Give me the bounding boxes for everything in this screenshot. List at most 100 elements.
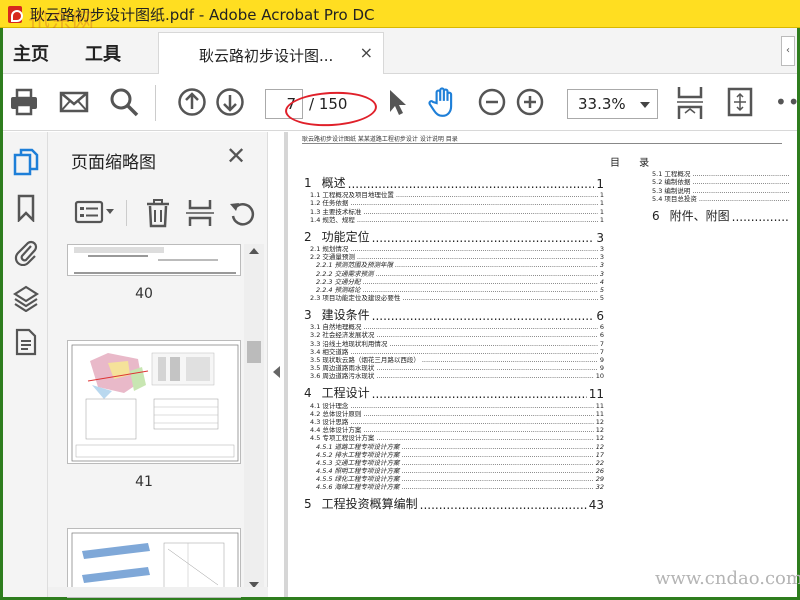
toc-entry-page: 12 [595, 442, 604, 451]
toc-dot-leader: ........................................… [363, 207, 598, 216]
toc-entry-number: 3.6 [310, 372, 321, 381]
hand-tool-icon[interactable] [427, 86, 459, 118]
panel-title: 页面缩略图 [71, 153, 156, 173]
toc-entry-title: 附件、附图 [669, 208, 730, 223]
toc-dot-leader: ........................................… [376, 434, 594, 443]
toc-entry-page: 3 [599, 244, 604, 253]
toc-entry-number: 4 [304, 386, 312, 401]
toc-dot-leader: ........................................… [421, 356, 598, 364]
toc-dot-leader: ........................................… [371, 230, 595, 245]
toc-entry[interactable]: 2 功能定位...................................… [304, 224, 604, 245]
toc-dot-leader: ........................................… [401, 475, 594, 484]
extract-pages-icon[interactable] [186, 198, 214, 228]
toc-dot-leader: ........................................… [389, 339, 598, 348]
toc-entry[interactable]: 1.4 规范、规程................................… [304, 216, 604, 224]
tab-home[interactable]: 主页 [13, 40, 49, 66]
toc-dot-leader: ........................................… [363, 323, 598, 332]
panel-horizontal-scrollbar[interactable] [48, 587, 268, 597]
toc-entry-number: 1 [304, 176, 312, 190]
toc-dot-leader: ........................................… [363, 426, 594, 435]
toc-dot-leader: ........................................… [401, 467, 594, 476]
toc-entry-number: 2.3 [310, 294, 321, 303]
toc-entry[interactable]: 3 建设条件...................................… [304, 302, 604, 323]
toc-entry-page: 6 [599, 331, 604, 340]
toc-dot-leader: ........................................… [731, 209, 790, 224]
thumbnail-scrollbar[interactable] [244, 244, 264, 594]
thumbnail-page-number: 40 [135, 286, 153, 302]
page-thumbnail[interactable] [67, 244, 241, 276]
toc-entry[interactable]: 5 工程投资概算编制...............................… [304, 491, 604, 512]
zoom-in-icon[interactable] [515, 87, 545, 117]
toc-entry-page: 29 [595, 475, 604, 484]
page-thumbnails-icon[interactable] [13, 148, 39, 176]
zoom-out-icon[interactable] [477, 87, 507, 117]
toc-dot-leader: ........................................… [692, 170, 790, 179]
document-view[interactable]: 耿云路初步设计图纸 某某道路工程初步设计 设计说明 目录 目 录 1 概述....… [288, 132, 797, 597]
toc-entry-title: 概述 [321, 176, 346, 190]
toc-entry-page: 3 [599, 261, 604, 270]
toc-dot-leader: ........................................… [395, 191, 598, 200]
layers-icon[interactable] [13, 284, 39, 312]
toc-entry[interactable]: 3.6 周边道路污水现状.............................… [304, 372, 604, 380]
toc-dot-leader: ........................................… [402, 294, 598, 303]
prev-page-icon[interactable] [177, 87, 207, 117]
toc-entry[interactable]: 4.2 总体设计原则...............................… [304, 410, 604, 418]
toc-entry-page: 1 [599, 191, 604, 200]
toc-entry[interactable]: 5.4 项目总投资................................… [652, 195, 792, 203]
toc-dot-leader: ........................................… [692, 186, 790, 195]
toc-entry[interactable]: 1 概述.....................................… [304, 170, 604, 191]
toc-entry[interactable]: 2.3 项目功能定位及建设必要性.........................… [304, 294, 604, 302]
toc-entry[interactable]: 4.5.6 海绵工程专项设计方案.........................… [304, 483, 604, 491]
toc-entry-title: 项目总投资 [664, 194, 697, 203]
tab-tools[interactable]: 工具 [85, 40, 121, 66]
toc-entry-page: 17 [595, 450, 604, 459]
tab-document[interactable]: 耿云路初步设计图... × [158, 32, 384, 74]
toolbar: 7 / 150 33.3% ••• [3, 75, 800, 131]
thumbnails-panel: 页面缩略图 ✕ 40 41 [48, 132, 268, 598]
tab-scroll-button[interactable]: ‹ [781, 36, 795, 66]
thumbnail-options-icon[interactable] [74, 198, 116, 226]
toc-entry-page: 7 [599, 347, 604, 356]
more-icon[interactable]: ••• [775, 90, 800, 114]
document-properties-icon[interactable] [13, 328, 39, 356]
toc-entry[interactable]: 3.3 沿线土地现状利用情况...........................… [304, 339, 604, 348]
close-icon[interactable]: × [360, 43, 373, 62]
scrollbar-thumb[interactable] [247, 341, 261, 363]
toc-left-column: 1 概述.....................................… [304, 170, 604, 512]
close-icon[interactable]: ✕ [226, 142, 246, 170]
toc-entry-number: 5 [304, 497, 312, 512]
print-icon[interactable] [9, 87, 39, 117]
attachment-icon[interactable] [13, 238, 39, 266]
toc-dot-leader: ........................................… [350, 417, 594, 426]
full-screen-icon[interactable] [725, 87, 755, 117]
scroll-up-icon[interactable] [249, 248, 259, 254]
bookmark-icon[interactable] [13, 194, 39, 222]
toc-entry-page: 6 [596, 309, 604, 324]
toc-title: 目 录 [610, 158, 658, 169]
toc-entry[interactable]: 4 工程设计...................................… [304, 380, 604, 401]
toc-entry[interactable]: 6 附件、附图..................................… [652, 203, 792, 224]
fit-page-icon[interactable] [675, 85, 705, 121]
next-page-icon[interactable] [215, 87, 245, 117]
trash-icon[interactable] [144, 198, 172, 228]
toc-dot-leader: ........................................… [395, 261, 598, 270]
search-icon[interactable] [109, 87, 139, 117]
toc-entry-number: 3 [304, 308, 312, 323]
toc-entry[interactable]: 1.1 工程概况及项目地理位置..........................… [304, 191, 604, 199]
toc-dot-leader: ........................................… [376, 372, 594, 381]
toc-dot-leader: ........................................… [698, 194, 790, 203]
select-arrow-icon[interactable] [383, 87, 413, 117]
collapse-panel-button[interactable] [270, 362, 284, 382]
document-running-header: 耿云路初步设计图纸 某某道路工程初步设计 设计说明 目录 [302, 134, 782, 144]
toc-entry-title: 功能定位 [321, 229, 370, 244]
page-thumbnail[interactable] [67, 340, 241, 464]
mail-icon[interactable] [59, 87, 89, 117]
zoom-select[interactable]: 33.3% [567, 89, 658, 119]
toc-entry-page: 5 [599, 294, 604, 303]
toc-dot-leader: ........................................… [692, 178, 790, 187]
toc-dot-leader: ........................................… [350, 244, 598, 253]
toc-right-column: 5.1 工程概况.................................… [652, 170, 792, 224]
toc-entry-page: 3 [596, 230, 604, 245]
rotate-icon[interactable] [228, 198, 256, 228]
document-tab-label: 耿云路初步设计图... [199, 47, 334, 65]
